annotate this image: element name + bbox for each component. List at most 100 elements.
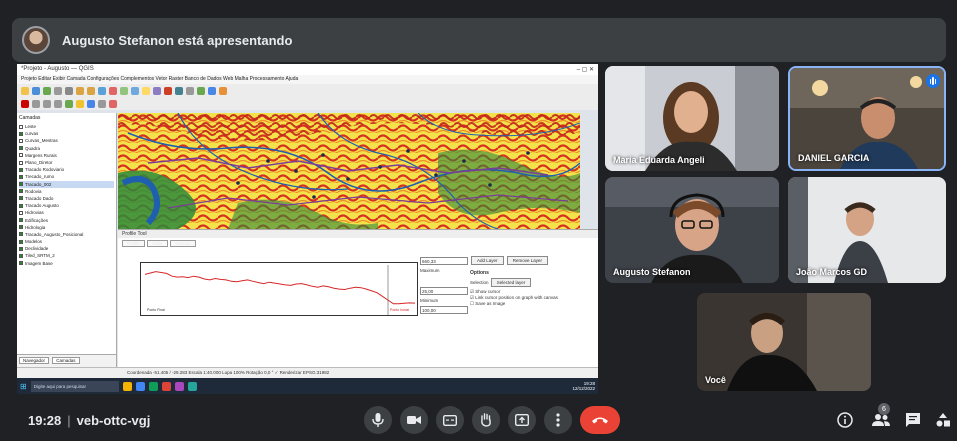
layer-visibility-checkbox[interactable] <box>19 196 23 201</box>
layer-row[interactable]: Tracado_002 <box>19 180 114 188</box>
layer-row[interactable]: Curvas_Mestras <box>19 137 114 144</box>
layer-visibility-checkbox[interactable] <box>19 160 23 165</box>
layer-row[interactable]: Tracado Rodoviario <box>19 166 114 173</box>
captions-icon <box>443 414 457 426</box>
mic-button[interactable] <box>364 406 392 434</box>
layer-visibility-checkbox[interactable] <box>19 189 23 194</box>
layer-visibility-checkbox[interactable] <box>19 153 23 158</box>
browser-icon[interactable] <box>135 381 145 391</box>
tab-profile[interactable]: Profile <box>122 240 145 247</box>
layer-row[interactable]: curvas <box>19 130 114 137</box>
layer-visibility-checkbox[interactable] <box>19 174 23 179</box>
layer-row[interactable]: Imagem Base <box>19 260 114 267</box>
map-app-icon[interactable] <box>187 381 197 391</box>
snap-icon <box>32 100 40 108</box>
windows-start-icon[interactable]: ⊞ <box>20 382 27 391</box>
qgis-window-controls: – ▢ ✕ <box>576 67 594 73</box>
profile-side-panel: 660,33 Maximum 25,00 Minimum 100,00 <box>420 254 468 317</box>
max-label: Maximum <box>420 268 440 273</box>
zoom-out-icon <box>87 87 95 95</box>
layer-visibility-checkbox[interactable] <box>19 253 23 258</box>
captions-button[interactable] <box>436 406 464 434</box>
tab-camadas[interactable]: Camadas <box>52 357 80 364</box>
layer-row[interactable]: Hidrovias <box>19 209 114 216</box>
layer-row[interactable]: Trecado_rumo <box>19 173 114 180</box>
participant-tile-daniel[interactable]: DANIEL GARCIA <box>788 66 946 171</box>
layer-row[interactable]: Margens Rurais <box>19 152 114 159</box>
layer-visibility-checkbox[interactable] <box>19 203 23 208</box>
taskbar-search[interactable]: Digite aqui para pesquisar <box>30 380 119 392</box>
raster-icon <box>208 87 216 95</box>
extra-field[interactable]: 100,00 <box>420 306 468 314</box>
layer-visibility-checkbox[interactable] <box>19 246 23 251</box>
tab-settings[interactable]: Settings <box>169 240 196 247</box>
layer-row[interactable]: Quadra <box>19 145 114 152</box>
layer-row[interactable]: Tracado_Augusto_Posicional <box>19 231 114 238</box>
layer-row[interactable]: Leste <box>19 123 114 130</box>
layer-visibility-checkbox[interactable] <box>19 138 23 143</box>
participant-tile-joao[interactable]: João Marcos GD <box>788 177 946 283</box>
chat-icon <box>906 413 920 427</box>
sum-icon <box>131 87 139 95</box>
layer-label: Leste <box>25 124 37 130</box>
participant-tile-maria[interactable]: Maria Eduarda Angeli <box>605 66 779 171</box>
layer-row[interactable]: Plano_Diretor <box>19 159 114 166</box>
layer-visibility-checkbox[interactable] <box>19 232 23 237</box>
present-button[interactable] <box>508 406 536 434</box>
raise-hand-button[interactable] <box>472 406 500 434</box>
label-icon <box>65 100 73 108</box>
layer-visibility-checkbox[interactable] <box>19 182 23 187</box>
remove-layer-button[interactable]: Remove Layer <box>506 256 549 265</box>
layer-visibility-checkbox[interactable] <box>19 225 23 230</box>
link-plot-label: Link cursor position on graph with canva… <box>475 295 558 300</box>
file-explorer-icon[interactable] <box>122 381 132 391</box>
participant-name-augusto: Augusto Stefanon <box>613 267 691 277</box>
layer-visibility-checkbox[interactable] <box>19 167 23 172</box>
layer-row[interactable]: Tracado Augusto <box>19 202 114 209</box>
layer-row[interactable]: Modelos <box>19 238 114 245</box>
activities-button[interactable] <box>932 409 954 431</box>
layer-visibility-checkbox[interactable] <box>19 261 23 266</box>
tab-table[interactable]: Table <box>146 240 168 247</box>
meeting-info: 19:28 | veb-ottc-vgj <box>28 413 151 428</box>
more-options-button[interactable] <box>544 406 572 434</box>
min-label: Minimum <box>420 298 439 303</box>
office-icon[interactable] <box>161 381 171 391</box>
map-render <box>118 113 580 229</box>
layer-label: Imagem Base <box>25 260 53 266</box>
layer-row[interactable]: Tracado Dado <box>19 195 114 202</box>
layer-visibility-checkbox[interactable] <box>19 218 23 223</box>
layer-label: Margens Rurais <box>25 152 57 158</box>
qgis-icon[interactable] <box>148 381 158 391</box>
save-image-checkbox[interactable]: ☐ Save as Image <box>470 301 592 307</box>
layer-visibility-checkbox[interactable] <box>19 124 23 129</box>
open-icon <box>32 87 40 95</box>
layer-row[interactable]: Rodovia <box>19 188 114 195</box>
selection-label: Selection <box>470 280 489 285</box>
participant-tile-self[interactable]: Você <box>697 293 871 391</box>
layer-row[interactable]: Hidrologia <box>19 224 114 231</box>
camera-button[interactable] <box>400 406 428 434</box>
layer-visibility-checkbox[interactable] <box>19 210 23 215</box>
end-call-button[interactable] <box>580 406 620 434</box>
participant-tile-augusto[interactable]: Augusto Stefanon <box>605 177 779 283</box>
selection-dropdown[interactable]: Selected layer <box>490 278 532 287</box>
layer-visibility-checkbox[interactable] <box>19 239 23 244</box>
layer-row[interactable]: Tiled_SRTM_2 <box>19 252 114 259</box>
min-value-field[interactable]: 25,00 <box>420 287 468 295</box>
add-layer-button[interactable]: Add Layer <box>471 256 504 265</box>
taskbar-date: 12/12/2022 <box>572 386 595 391</box>
max-value-field[interactable]: 660,33 <box>420 257 468 265</box>
meeting-code[interactable]: veb-ottc-vgj <box>77 413 151 428</box>
undo-icon <box>43 100 51 108</box>
tab-navegador[interactable]: Navegador <box>19 357 50 364</box>
app-icon[interactable] <box>174 381 184 391</box>
layer-row[interactable]: Declividade <box>19 245 114 252</box>
layer-visibility-checkbox[interactable] <box>19 146 23 151</box>
layer-visibility-checkbox[interactable] <box>19 131 23 136</box>
meeting-info-button[interactable] <box>834 409 856 431</box>
layer-row[interactable]: Edificações <box>19 216 114 223</box>
layer-add-icon <box>197 87 205 95</box>
chat-button[interactable] <box>902 409 924 431</box>
map-canvas[interactable] <box>118 113 580 229</box>
